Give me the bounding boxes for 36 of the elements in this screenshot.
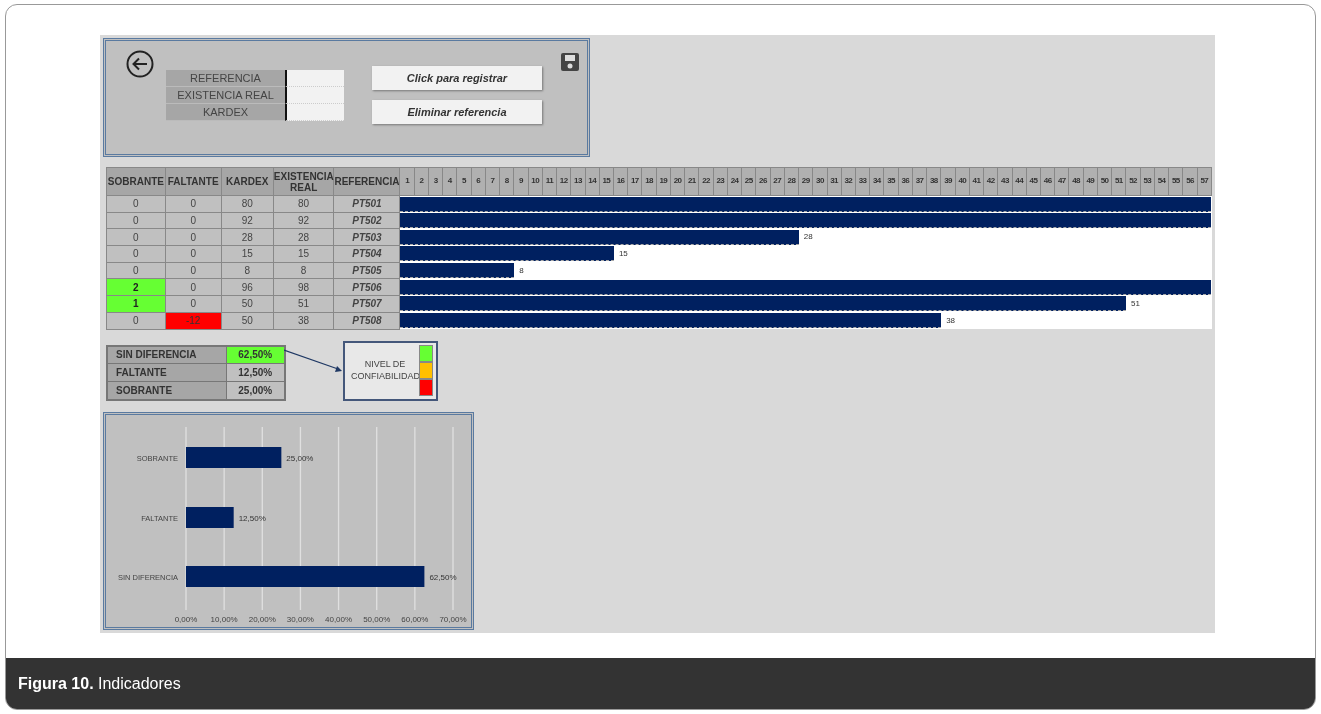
tick-label: 30,00%: [286, 614, 314, 624]
input-field[interactable]: [285, 104, 344, 121]
column-header: REFERENCIA: [333, 167, 400, 196]
column-header: FALTANTE: [165, 167, 222, 196]
figure-caption: Figura 10. Indicadores: [18, 673, 181, 694]
tick-label: 60,00%: [401, 614, 429, 624]
value-label: 12,50%: [238, 513, 266, 523]
value-label: 25,00%: [286, 453, 314, 463]
value-label: 62,50%: [429, 572, 457, 582]
summary-value: 62,50%: [226, 345, 285, 364]
column-header: KARDEX: [221, 167, 274, 196]
input-field[interactable]: [285, 87, 344, 104]
column-header: SOBRANTE: [106, 167, 166, 196]
tick-label: 10,00%: [210, 614, 238, 624]
bar-value: 51: [1130, 297, 1140, 310]
delete-button[interactable]: Eliminar referencia: [372, 100, 542, 124]
tick-label: 70,00%: [439, 614, 467, 624]
save-icon[interactable]: [561, 53, 579, 71]
register-button[interactable]: Click para registrar: [372, 66, 542, 90]
bar-value: 15: [617, 247, 628, 260]
tick-label: 50,00%: [363, 614, 391, 624]
summary-label: SIN DIFERENCIA: [107, 345, 226, 364]
tick-label: 40,00%: [325, 614, 353, 624]
tick-label: 20,00%: [248, 614, 276, 624]
bar-value: 8: [518, 264, 524, 277]
chart-bar: [186, 506, 234, 528]
bar-value: 28: [802, 231, 813, 244]
field-label: REFERENCIA: [166, 70, 285, 87]
back-icon[interactable]: [126, 50, 154, 78]
bar-value: 38: [945, 314, 956, 327]
reliability-label: NIVEL DE CONFIABILIDAD: [351, 358, 419, 383]
field-label: KARDEX: [166, 104, 285, 121]
column-header: EXISTENCIA REAL: [273, 167, 334, 196]
input-field[interactable]: [285, 70, 344, 87]
tick-label: 0,00%: [174, 614, 198, 624]
field-label: EXISTENCIA REAL: [166, 87, 285, 104]
